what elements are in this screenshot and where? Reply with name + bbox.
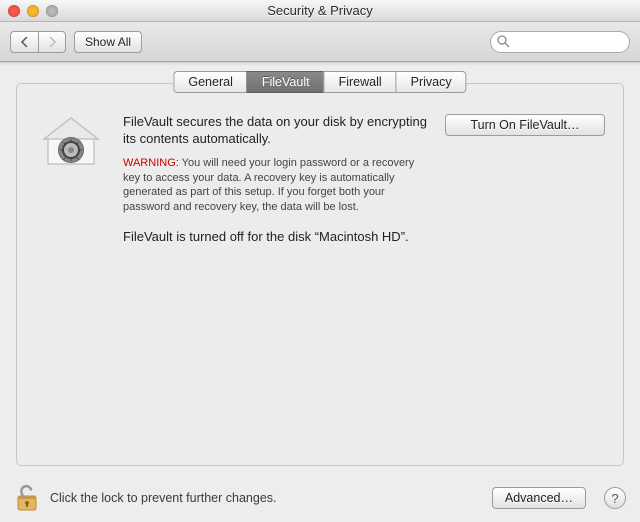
forward-button[interactable]	[38, 31, 66, 53]
lock-button[interactable]	[14, 483, 40, 513]
filevault-heading: FileVault secures the data on your disk …	[123, 114, 429, 148]
minimize-window-button[interactable]	[27, 5, 39, 17]
lock-description: Click the lock to prevent further change…	[50, 491, 482, 505]
nav-segmented	[10, 31, 66, 53]
filevault-panel: FileVault secures the data on your disk …	[16, 83, 624, 466]
tab-filevault[interactable]: FileVault	[247, 71, 324, 93]
tab-privacy[interactable]: Privacy	[396, 71, 467, 93]
search-icon	[496, 34, 510, 48]
question-mark-icon: ?	[611, 491, 618, 506]
show-all-button[interactable]: Show All	[74, 31, 142, 53]
warning-label: WARNING:	[123, 157, 179, 169]
close-window-button[interactable]	[8, 5, 20, 17]
back-button[interactable]	[10, 31, 38, 53]
window-title: Security & Privacy	[0, 3, 640, 18]
filevault-warning: WARNING: You will need your login passwo…	[123, 156, 429, 215]
turn-on-filevault-button[interactable]: Turn On FileVault…	[445, 114, 605, 136]
window-controls	[8, 5, 58, 17]
tab-bar: General FileVault Firewall Privacy	[173, 71, 466, 93]
search-field-wrapper	[490, 31, 630, 53]
window-titlebar: Security & Privacy	[0, 0, 640, 22]
advanced-button[interactable]: Advanced…	[492, 487, 586, 509]
chevron-right-icon	[47, 37, 57, 47]
chevron-left-icon	[20, 37, 30, 47]
zoom-window-button[interactable]	[46, 5, 58, 17]
unlocked-lock-icon	[14, 483, 40, 513]
toolbar: Show All	[0, 22, 640, 62]
tab-general[interactable]: General	[173, 71, 246, 93]
tab-firewall[interactable]: Firewall	[324, 71, 396, 93]
filevault-house-icon	[35, 114, 107, 244]
search-input[interactable]	[490, 31, 630, 53]
filevault-status: FileVault is turned off for the disk “Ma…	[123, 229, 429, 244]
help-button[interactable]: ?	[604, 487, 626, 509]
footer: Click the lock to prevent further change…	[0, 474, 640, 522]
